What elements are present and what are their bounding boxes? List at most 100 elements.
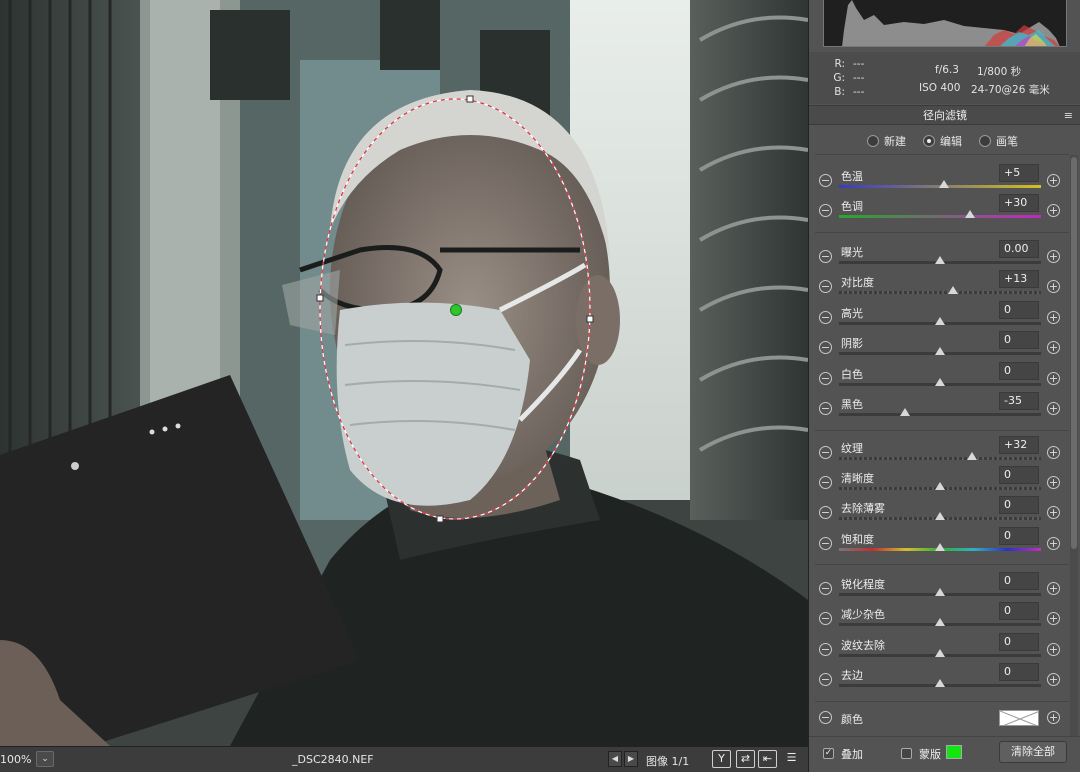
tint-slider-track[interactable] [839, 215, 1041, 218]
zoom-dropdown[interactable]: ⌄ [36, 751, 54, 767]
increase-tint-button[interactable]: + [1047, 204, 1060, 217]
radio-new[interactable] [867, 135, 879, 147]
tint-slider-thumb[interactable] [965, 210, 976, 218]
decrease-saturation-button[interactable]: − [819, 537, 832, 550]
adjustment-panel: R: --- G: --- B: --- f/6.3 1/800 秒 ISO 400 … [808, 0, 1080, 772]
moire-slider-thumb[interactable] [935, 649, 945, 657]
photo-canvas[interactable] [0, 0, 808, 746]
moire-value[interactable]: 0 [999, 633, 1039, 651]
whites-value[interactable]: 0 [999, 362, 1039, 380]
increase-shadows-button[interactable]: + [1047, 341, 1060, 354]
decrease-dehaze-button[interactable]: − [819, 506, 832, 519]
increase-color-button[interactable]: + [1047, 711, 1060, 724]
increase-highlights-button[interactable]: + [1047, 311, 1060, 324]
decrease-shadows-button[interactable]: − [819, 341, 832, 354]
mode-new[interactable]: 新建 [867, 133, 906, 149]
mask-color-swatch[interactable] [946, 745, 962, 759]
decrease-moire-button[interactable]: − [819, 643, 832, 656]
mode-edit[interactable]: 编辑 [923, 133, 962, 149]
decrease-clarity-button[interactable]: − [819, 476, 832, 489]
sharpness-value[interactable]: 0 [999, 572, 1039, 590]
contrast-value[interactable]: +13 [999, 270, 1039, 288]
increase-blacks-button[interactable]: + [1047, 402, 1060, 415]
prev-image-button[interactable]: ◀ [608, 751, 622, 767]
radio-edit[interactable] [923, 135, 935, 147]
clarity-slider-thumb[interactable] [935, 482, 945, 490]
zoom-level[interactable]: 100% [0, 753, 34, 766]
highlights-slider-thumb[interactable] [935, 317, 945, 325]
increase-texture-button[interactable]: + [1047, 446, 1060, 459]
highlights-value[interactable]: 0 [999, 301, 1039, 319]
sharpness-slider-thumb[interactable] [935, 588, 945, 596]
temperature-value[interactable]: +5 [999, 164, 1039, 182]
temperature-label: 色温 [841, 170, 863, 183]
decrease-highlights-button[interactable]: − [819, 311, 832, 324]
decrease-defringe-button[interactable]: − [819, 673, 832, 686]
aperture: f/6.3 [935, 64, 959, 76]
panel-scroll-thumb[interactable] [1071, 157, 1077, 549]
defringe-value[interactable]: 0 [999, 663, 1039, 681]
increase-clarity-button[interactable]: + [1047, 476, 1060, 489]
next-image-button[interactable]: ▶ [624, 751, 638, 767]
mode-brush[interactable]: 画笔 [979, 133, 1018, 149]
saturation-value[interactable]: 0 [999, 527, 1039, 545]
noise-slider-thumb[interactable] [935, 618, 945, 626]
defringe-label: 去边 [841, 669, 863, 682]
divider [815, 564, 1069, 565]
increase-contrast-button[interactable]: + [1047, 280, 1060, 293]
texture-slider-track[interactable] [839, 457, 1041, 460]
increase-sharpness-button[interactable]: + [1047, 582, 1060, 595]
mode-edit-label: 编辑 [940, 135, 962, 148]
contrast-slider-thumb[interactable] [948, 286, 959, 294]
texture-slider-thumb[interactable] [967, 452, 978, 460]
exposure-slider-thumb[interactable] [935, 256, 945, 264]
dehaze-value[interactable]: 0 [999, 496, 1039, 514]
clear-all-button[interactable]: 清除全部 [999, 741, 1067, 763]
tint-value[interactable]: +30 [999, 194, 1039, 212]
blacks-value[interactable]: -35 [999, 392, 1039, 410]
overlay-checkbox[interactable]: ✓ [823, 748, 834, 759]
whites-slider-thumb[interactable] [935, 378, 945, 386]
increase-whites-button[interactable]: + [1047, 372, 1060, 385]
shadows-slider-thumb[interactable] [935, 347, 945, 355]
blacks-slider-thumb[interactable] [899, 408, 910, 416]
increase-dehaze-button[interactable]: + [1047, 506, 1060, 519]
before-after-y-icon[interactable]: Y [712, 750, 731, 768]
color-swatch[interactable] [999, 710, 1039, 726]
blacks-slider-track[interactable] [839, 413, 1041, 416]
contrast-slider-track[interactable] [839, 291, 1041, 294]
decrease-contrast-button[interactable]: − [819, 280, 832, 293]
increase-exposure-button[interactable]: + [1047, 250, 1060, 263]
temperature-slider-thumb[interactable] [939, 180, 950, 188]
radio-brush[interactable] [979, 135, 991, 147]
increase-noise-button[interactable]: + [1047, 612, 1060, 625]
decrease-sharpness-button[interactable]: − [819, 582, 832, 595]
increase-defringe-button[interactable]: + [1047, 673, 1060, 686]
increase-saturation-button[interactable]: + [1047, 537, 1060, 550]
increase-moire-button[interactable]: + [1047, 643, 1060, 656]
decrease-whites-button[interactable]: − [819, 372, 832, 385]
shadows-value[interactable]: 0 [999, 331, 1039, 349]
copy-settings-icon[interactable]: ⇤ [758, 750, 777, 768]
saturation-slider-thumb[interactable] [935, 543, 945, 551]
clarity-value[interactable]: 0 [999, 466, 1039, 484]
texture-value[interactable]: +32 [999, 436, 1039, 454]
decrease-noise-button[interactable]: − [819, 612, 832, 625]
iso: ISO 400 [919, 82, 961, 94]
noise-value[interactable]: 0 [999, 602, 1039, 620]
decrease-texture-button[interactable]: − [819, 446, 832, 459]
swap-before-after-icon[interactable]: ⇄ [736, 750, 755, 768]
decrease-blacks-button[interactable]: − [819, 402, 832, 415]
preferences-icon[interactable]: ☰ [782, 750, 801, 768]
decrease-temperature-button[interactable]: − [819, 174, 832, 187]
decrease-tint-button[interactable]: − [819, 204, 832, 217]
panel-menu-icon[interactable]: ≡ [1064, 110, 1073, 121]
exposure-value[interactable]: 0.00 [999, 240, 1039, 258]
decrease-color-button[interactable]: − [819, 711, 832, 724]
panel-scrollbar[interactable] [1070, 155, 1078, 750]
decrease-exposure-button[interactable]: − [819, 250, 832, 263]
dehaze-slider-thumb[interactable] [935, 512, 945, 520]
defringe-slider-thumb[interactable] [935, 679, 945, 687]
increase-temperature-button[interactable]: + [1047, 174, 1060, 187]
mask-checkbox[interactable] [901, 748, 912, 759]
